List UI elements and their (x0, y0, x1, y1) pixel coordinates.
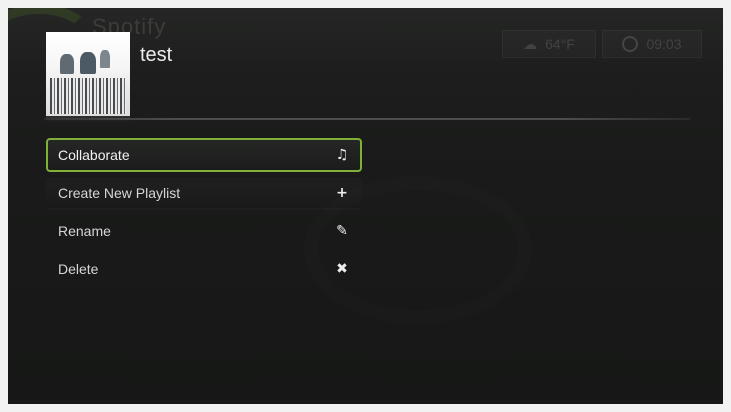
options-menu: Collaborate ♫ Create New Playlist + Rena… (46, 138, 362, 290)
menu-item-label: Collaborate (58, 147, 130, 163)
pencil-icon: ✎ (336, 223, 348, 239)
menu-item-label: Rename (58, 223, 111, 239)
menu-item-create-new-playlist[interactable]: Create New Playlist + (46, 176, 362, 210)
album-art-figure (100, 50, 110, 68)
temperature-readout: 64°F (545, 36, 575, 52)
clock-icon (622, 36, 639, 52)
menu-item-label: Delete (58, 261, 99, 277)
tv-screen: Spotify ☁ 64°F 09:03 test Collaborate ♫ … (8, 8, 723, 404)
menu-item-collaborate[interactable]: Collaborate ♫ (46, 138, 362, 172)
header-divider (44, 118, 690, 120)
clock-status: 09:03 (602, 30, 702, 58)
album-art-pattern (50, 78, 126, 114)
menu-item-label: Create New Playlist (58, 185, 181, 201)
close-icon: ✖ (336, 261, 348, 277)
album-art-figure (60, 54, 74, 74)
playlist-title: test (140, 44, 173, 66)
menu-item-rename[interactable]: Rename ✎ (46, 214, 362, 248)
album-art (46, 32, 130, 116)
time-readout: 09:03 (646, 36, 682, 52)
menu-item-delete[interactable]: Delete ✖ (46, 252, 362, 286)
weather-status: ☁ 64°F (502, 30, 596, 58)
plus-icon: + (336, 185, 348, 201)
album-art-figure (80, 52, 96, 74)
weather-icon: ☁ (523, 35, 538, 52)
music-note-icon: ♫ (335, 147, 349, 163)
